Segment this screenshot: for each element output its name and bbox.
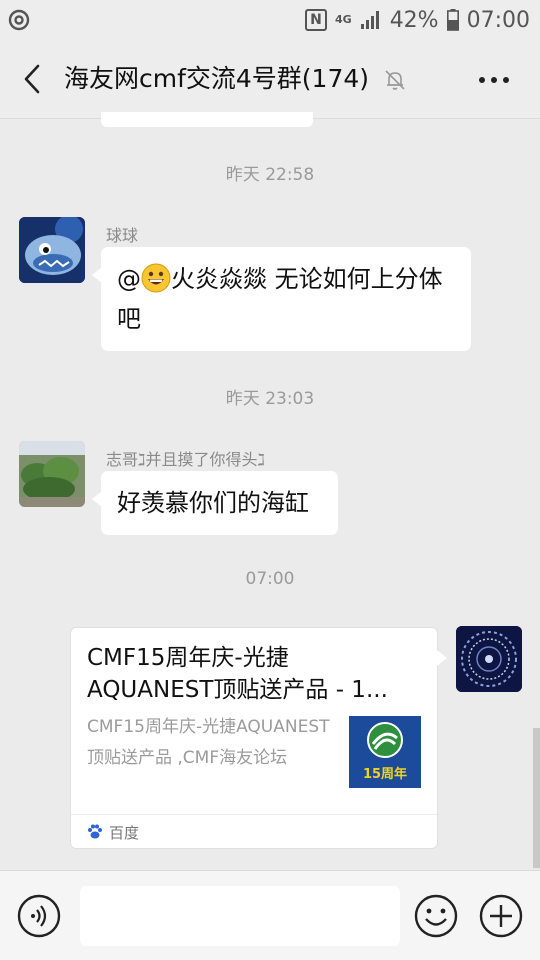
baidu-paw-icon <box>88 824 102 839</box>
timestamp: 昨天 22:58 <box>225 165 315 185</box>
aquarium-avatar-icon <box>19 441 85 507</box>
chevron-left-icon[interactable] <box>18 62 48 96</box>
signal-icon <box>360 11 379 29</box>
previous-message-bubble <box>101 112 313 127</box>
clock: 07:00 <box>466 7 530 33</box>
avatar-zhige[interactable] <box>19 441 85 507</box>
smiley-icon[interactable] <box>414 894 458 938</box>
chat-title: 海友网cmf交流4号群(174) <box>64 64 370 93</box>
plus-circle-icon[interactable] <box>479 894 523 938</box>
network-type: 4G <box>335 13 352 26</box>
bell-off-icon <box>385 70 405 90</box>
grinning-face-icon <box>141 263 171 293</box>
battery-percent: 42% <box>389 7 439 33</box>
more-dots-icon[interactable] <box>478 76 510 84</box>
message-bubble[interactable]: 好羡慕你们的海缸 <box>92 471 338 535</box>
timestamp: 07:00 <box>245 569 295 589</box>
message-input[interactable] <box>80 886 400 946</box>
link-card-thumbnail: 15周年 <box>349 716 421 788</box>
link-card-source: 百度 <box>109 824 140 842</box>
timestamp: 昨天 23:03 <box>225 389 315 409</box>
battery-icon <box>446 9 459 31</box>
app-notification-icon <box>8 9 30 31</box>
link-card[interactable]: CMF15周年庆-光捷 AQUANEST顶贴送产品 - 1... CMF15周年… <box>70 627 447 849</box>
input-bar <box>0 870 540 960</box>
link-card-title-line: CMF15周年庆-光捷 <box>87 645 289 671</box>
link-card-title-line: AQUANEST顶贴送产品 - 1... <box>87 677 388 703</box>
chat-header: 海友网cmf交流4号群(174) <box>0 40 540 119</box>
link-card-description: CMF15周年庆-光捷AQUANEST顶贴送产品 ,CMF海友论坛 <box>87 717 330 768</box>
message-text: 好羡慕你们的海缸 <box>117 489 309 517</box>
avatar-self[interactable] <box>456 626 522 692</box>
mention-symbol: @ <box>117 265 141 293</box>
status-bar: N 4G 42% 07:00 <box>0 0 540 40</box>
scrollbar[interactable] <box>533 728 540 868</box>
message-bubble[interactable]: @ 火炎焱燚 无论如何上分体吧 <box>92 247 471 351</box>
link-card-title: CMF15周年庆-光捷 AQUANEST顶贴送产品 - 1... <box>87 642 423 706</box>
link-card-footer: 百度 <box>71 814 437 848</box>
thumbnail-caption: 15周年 <box>363 766 407 782</box>
anniversary-logo-icon: 15周年 <box>349 716 421 788</box>
mandala-avatar-icon <box>456 626 522 692</box>
sender-name: 球球 <box>106 226 139 245</box>
voice-icon[interactable] <box>17 894 61 938</box>
nfc-icon: N <box>305 9 327 31</box>
avatar-qiuqiu[interactable] <box>19 217 85 283</box>
shark-avatar-icon <box>19 217 85 283</box>
sender-name: 志哥ℷ并且摸了你得头ℷ <box>106 450 265 469</box>
